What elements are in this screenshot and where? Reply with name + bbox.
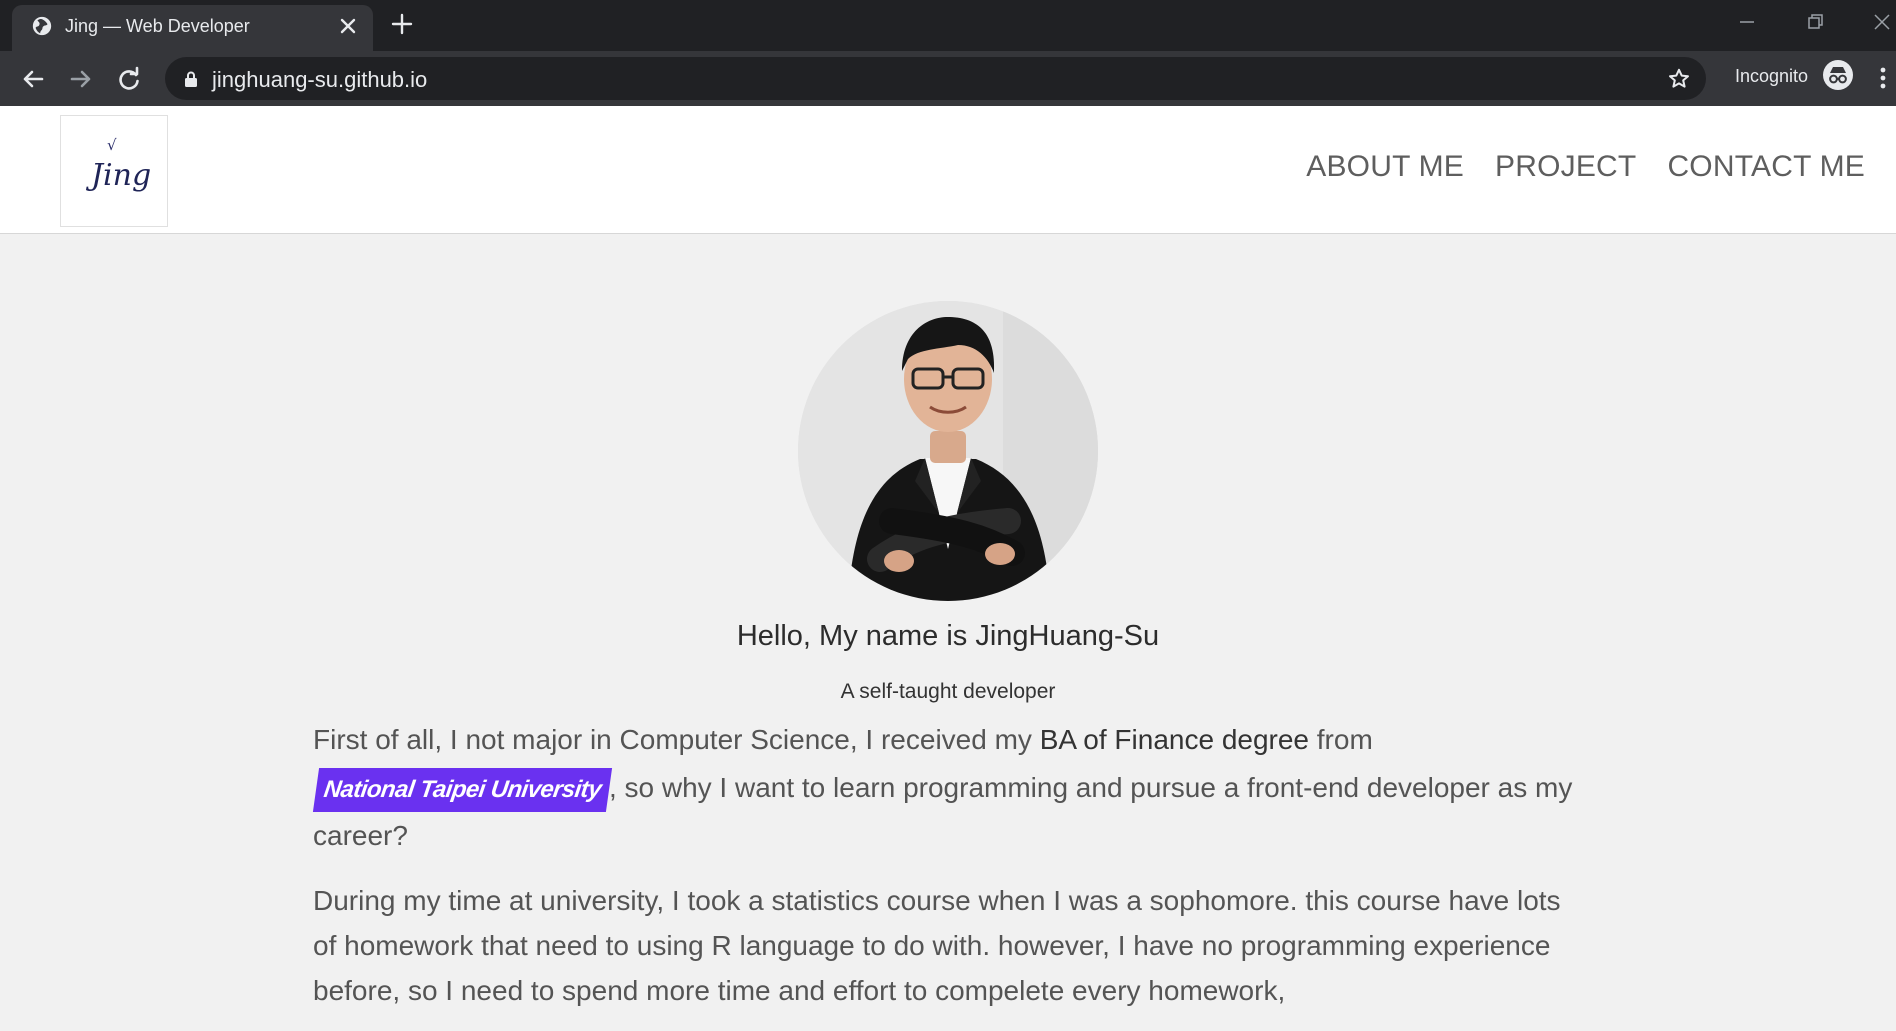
bio-paragraph-2: During my time at university, I took a s…	[313, 885, 1561, 1006]
degree-emphasis: BA of Finance degree	[1039, 724, 1309, 755]
lock-icon[interactable]	[183, 70, 199, 88]
profile-photo-illustration	[798, 301, 1098, 601]
back-arrow-icon[interactable]	[18, 64, 48, 94]
logo-text: Jing	[91, 158, 152, 193]
profile-photo	[798, 301, 1098, 601]
incognito-icon[interactable]	[1822, 59, 1854, 91]
plus-icon[interactable]	[390, 12, 414, 36]
active-tab[interactable]: Jing — Web Developer	[12, 5, 373, 51]
url-text[interactable]: jinghuang-su.github.io	[212, 67, 427, 93]
tab-strip: Jing — Web Developer	[0, 0, 1896, 51]
site-logo[interactable]: √ Jing	[60, 115, 168, 227]
restore-icon[interactable]	[1801, 8, 1829, 36]
bio-text: First of all, I not major in Computer Sc…	[312, 716, 1591, 1031]
hero-subtitle: A self-taught developer	[840, 680, 1056, 703]
incognito-label[interactable]: Incognito	[1735, 66, 1808, 87]
reload-icon[interactable]	[114, 64, 144, 94]
star-icon[interactable]	[1667, 67, 1691, 91]
address-bar[interactable]: jinghuang-su.github.io	[165, 57, 1706, 100]
minimize-icon[interactable]	[1733, 8, 1761, 36]
browser-toolbar: jinghuang-su.github.io Incognito	[0, 51, 1896, 106]
nav-contact-me[interactable]: CONTACT ME	[1667, 150, 1865, 184]
bio-text-segment: First of all, I not major in Computer Sc…	[313, 724, 1040, 755]
main-nav: ABOUT ME PROJECT CONTACT ME	[1306, 150, 1865, 184]
kebab-menu-icon[interactable]	[1877, 64, 1889, 92]
forward-arrow-icon[interactable]	[66, 64, 96, 94]
nav-project[interactable]: PROJECT	[1495, 150, 1636, 184]
page-content: √ Jing ABOUT ME PROJECT CONTACT ME Hello…	[0, 106, 1896, 1021]
checkmark-icon: √	[107, 136, 117, 154]
university-highlight: National Taipei University	[312, 768, 613, 812]
bio-text-segment: from	[1309, 724, 1373, 755]
globe-icon	[32, 16, 52, 36]
nav-about-me[interactable]: ABOUT ME	[1306, 150, 1464, 184]
browser-chrome: Jing — Web Developer jinghuang-su.github…	[0, 0, 1896, 106]
hero-title: Hello, My name is JingHuang-Su	[736, 620, 1160, 652]
close-icon[interactable]	[337, 15, 359, 37]
window-close-icon[interactable]	[1868, 8, 1896, 36]
site-header: √ Jing ABOUT ME PROJECT CONTACT ME	[0, 106, 1896, 234]
tab-title: Jing — Web Developer	[65, 16, 250, 36]
bio-paragraph-1: First of all, I not major in Computer Sc…	[312, 716, 1591, 860]
